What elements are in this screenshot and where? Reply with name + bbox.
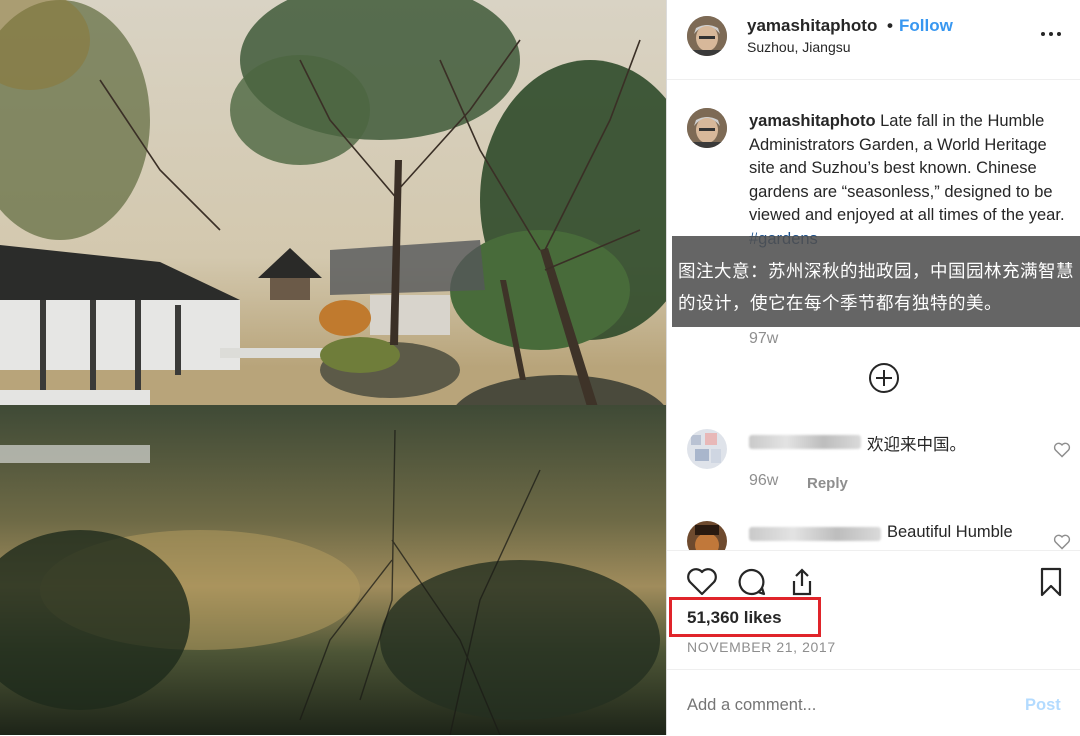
post-location[interactable]: Suzhou, Jiangsu: [747, 39, 851, 55]
garden-photo-image: [0, 0, 666, 735]
author-username[interactable]: yamashitaphoto: [747, 16, 877, 36]
comment-text: Beautiful Humble: [887, 523, 1013, 541]
add-comment-row: Post: [667, 669, 1080, 736]
ellipsis-icon[interactable]: [1041, 32, 1063, 38]
bookmark-icon[interactable]: [1035, 566, 1067, 598]
caption-author-avatar[interactable]: [687, 108, 727, 148]
plus-circle-icon[interactable]: [868, 362, 900, 394]
blurred-username: [749, 527, 881, 541]
like-comment-heart-icon[interactable]: [1053, 442, 1071, 458]
likes-highlight-box: [669, 597, 821, 637]
author-avatar[interactable]: [687, 16, 727, 56]
post-photo[interactable]: [0, 0, 666, 735]
translation-overlay: 图注大意：苏州深秋的拙政园，中国园林充满智慧的设计，使它在每个季节都有独特的美。: [672, 236, 1080, 327]
caption-username[interactable]: yamashitaphoto: [749, 112, 876, 130]
post-date: NOVEMBER 21, 2017: [687, 639, 836, 655]
blurred-username: [749, 435, 861, 449]
comment-age: 96w: [749, 472, 779, 489]
header-separator: •: [887, 16, 893, 35]
like-comment-heart-icon[interactable]: [1053, 534, 1071, 550]
post-actions: 51,360 likes NOVEMBER 21, 2017 Post: [667, 550, 1080, 735]
comments-scroll-area[interactable]: yamashitaphoto Late fall in the Humble A…: [667, 80, 1080, 550]
share-icon[interactable]: [786, 566, 818, 598]
reply-button[interactable]: Reply: [807, 475, 848, 492]
commenter-avatar[interactable]: [687, 521, 727, 550]
post-header: yamashitaphoto • Follow Suzhou, Jiangsu: [667, 0, 1080, 80]
heart-icon[interactable]: [686, 566, 718, 598]
post-comment-button[interactable]: Post: [1025, 696, 1061, 715]
post-caption: yamashitaphoto Late fall in the Humble A…: [749, 110, 1075, 251]
caption-age: 97w: [749, 330, 779, 347]
add-comment-input[interactable]: [687, 696, 1007, 715]
comment-text: 欢迎来中国。: [867, 436, 966, 454]
commenter-avatar[interactable]: [687, 429, 727, 469]
comment-icon[interactable]: [736, 566, 768, 598]
follow-button[interactable]: Follow: [899, 16, 953, 36]
post-side-panel: yamashitaphoto • Follow Suzhou, Jiangsu …: [666, 0, 1080, 735]
